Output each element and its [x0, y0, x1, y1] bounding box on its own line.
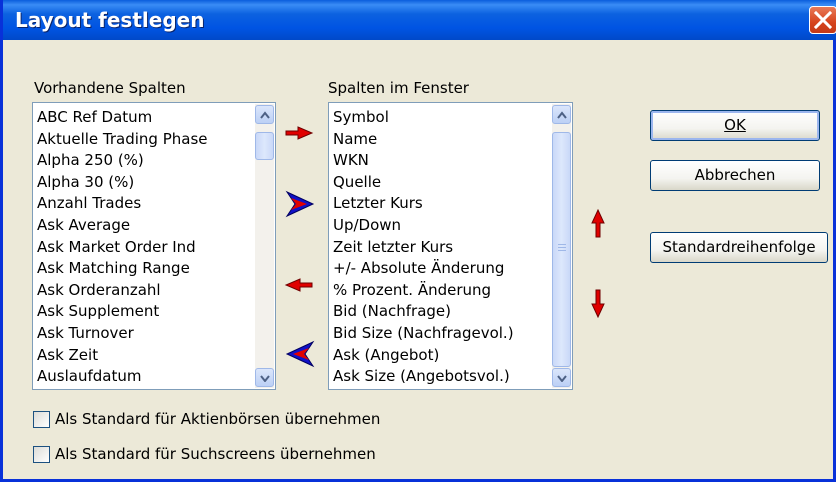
list-item[interactable]: Ask Orderanzahl: [37, 280, 208, 302]
list-item[interactable]: Letzter Kurs: [333, 193, 514, 215]
stock-exchanges-checkbox-label[interactable]: Als Standard für Aktienbörsen übernehmen: [55, 410, 380, 428]
dialog-title: Layout festlegen: [15, 8, 205, 32]
list-item[interactable]: Symbol: [333, 107, 514, 129]
list-item[interactable]: Quelle: [333, 172, 514, 194]
list-item[interactable]: Name: [333, 129, 514, 151]
dialog-window: Layout festlegen Vorhandene Spalten ABC …: [0, 0, 836, 482]
search-screens-checkbox-label[interactable]: Als Standard für Suchscreens übernehmen: [55, 445, 376, 463]
list-item[interactable]: Ask Supplement: [37, 301, 208, 323]
scroll-down-icon: [557, 375, 567, 382]
list-item[interactable]: WKN: [333, 150, 514, 172]
list-item[interactable]: Ask Average: [37, 215, 208, 237]
cancel-button-label: Abbrechen: [694, 166, 776, 184]
list-item[interactable]: Aktuelle Trading Phase: [37, 129, 208, 151]
available-columns-items: ABC Ref Datum Aktuelle Trading Phase Alpha…: [37, 107, 208, 388]
close-button[interactable]: [809, 6, 836, 34]
scroll-thumb[interactable]: [255, 132, 274, 160]
scroll-down-button[interactable]: [255, 368, 274, 387]
default-order-button[interactable]: Standardreihenfolge: [650, 232, 828, 263]
ok-button-label: OK: [724, 116, 746, 134]
list-item[interactable]: Bid Size (Nachfragevol.): [333, 323, 514, 345]
list-item[interactable]: Zeit letzter Kurs: [333, 237, 514, 259]
list-item[interactable]: Ask Market Order Ind: [37, 237, 208, 259]
cancel-button[interactable]: Abbrechen: [650, 160, 820, 191]
list-item[interactable]: Auslaufdatum: [37, 366, 208, 388]
scroll-thumb[interactable]: [552, 132, 571, 367]
add-all-columns-arrow-icon[interactable]: [285, 190, 315, 218]
list-item[interactable]: Ask Matching Range: [37, 258, 208, 280]
ok-button[interactable]: OK: [650, 110, 820, 141]
move-up-arrow-icon[interactable]: [591, 209, 605, 239]
list-item[interactable]: Up/Down: [333, 215, 514, 237]
window-columns-scrollbar[interactable]: [552, 104, 571, 388]
search-screens-checkbox[interactable]: [33, 446, 50, 463]
list-item[interactable]: % Prozent. Änderung: [333, 280, 514, 302]
available-columns-list[interactable]: ABC Ref Datum Aktuelle Trading Phase Alpha…: [32, 102, 276, 390]
title-bar[interactable]: Layout festlegen: [3, 0, 836, 40]
scroll-up-icon: [557, 111, 567, 119]
list-item[interactable]: ABC Ref Datum: [37, 107, 208, 129]
available-columns-scrollbar[interactable]: [255, 104, 274, 388]
window-columns-items: Symbol Name WKN Quelle Letzter Kurs Up/Down Ze…: [333, 107, 514, 388]
list-item[interactable]: Ask Zeit: [37, 345, 208, 367]
list-item[interactable]: Alpha 250 (%): [37, 150, 208, 172]
add-column-arrow-icon[interactable]: [284, 125, 314, 141]
default-order-button-label: Standardreihenfolge: [662, 238, 816, 256]
window-columns-list[interactable]: Symbol Name WKN Quelle Letzter Kurs Up/Down Ze…: [328, 102, 573, 390]
scroll-down-button[interactable]: [552, 368, 571, 387]
window-columns-label: Spalten im Fenster: [328, 79, 469, 97]
scroll-up-button[interactable]: [552, 105, 571, 124]
move-down-arrow-icon[interactable]: [591, 288, 605, 318]
list-item[interactable]: Alpha 30 (%): [37, 172, 208, 194]
list-item[interactable]: Ask (Angebot): [333, 345, 514, 367]
list-item[interactable]: Ask Turnover: [37, 323, 208, 345]
list-item[interactable]: Bid (Nachfrage): [333, 301, 514, 323]
scroll-up-icon: [260, 111, 270, 119]
list-item[interactable]: Anzahl Trades: [37, 193, 208, 215]
remove-all-columns-arrow-icon[interactable]: [285, 340, 315, 368]
remove-column-arrow-icon[interactable]: [284, 277, 314, 293]
scroll-up-button[interactable]: [255, 105, 274, 124]
list-item[interactable]: +/- Absolute Änderung: [333, 258, 514, 280]
list-item[interactable]: Ask Size (Angebotsvol.): [333, 366, 514, 388]
stock-exchanges-checkbox[interactable]: [33, 411, 50, 428]
available-columns-label: Vorhandene Spalten: [34, 79, 186, 97]
close-icon: [814, 11, 832, 29]
scroll-down-icon: [260, 375, 270, 382]
